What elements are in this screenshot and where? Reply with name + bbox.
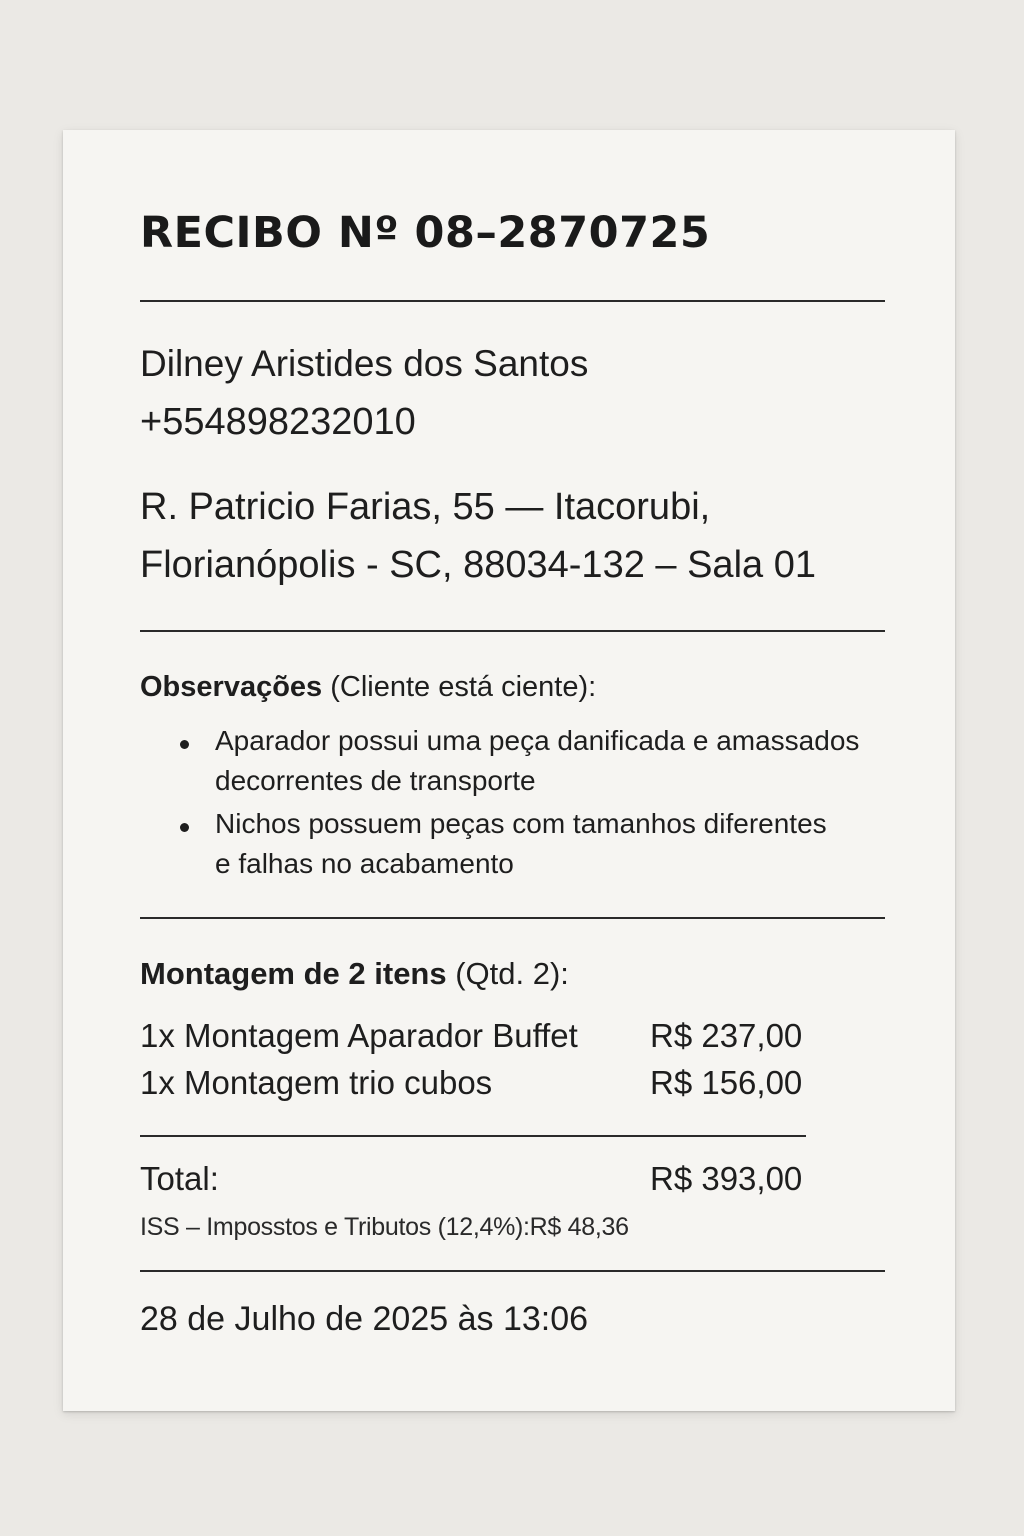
- client-phone: +554898232010: [140, 401, 416, 443]
- divider: [140, 630, 885, 632]
- address-line-1: R. Patricio Farias, 55 — Itacorubi,: [140, 486, 711, 528]
- service-heading-bold: Montagem de 2 itens: [140, 956, 447, 991]
- observation-line: Nichos possuem peças com tamanhos difere…: [215, 808, 827, 839]
- total-label: Total:: [140, 1160, 219, 1197]
- observation-line: e falhas no acabamento: [215, 848, 514, 879]
- receipt-paper: RECIBO Nº 08–2870725 Dilney Aristides do…: [63, 130, 955, 1411]
- line-item-price: R$ 156,00: [650, 1064, 803, 1101]
- line-item-description: 1x Montagem trio cubos: [140, 1064, 493, 1101]
- bullet-icon: [180, 823, 189, 832]
- receipt-title: RECIBO Nº 08–2870725: [140, 208, 711, 258]
- divider: [140, 300, 885, 302]
- observations-heading-rest: (Cliente está ciente):: [322, 671, 597, 703]
- tax-line: ISS – Imposstos e Tributos (12,4%):R$ 48…: [140, 1213, 629, 1241]
- service-heading-rest: (Qtd. 2):: [446, 956, 569, 991]
- divider: [140, 1270, 885, 1272]
- observation-line: Aparador possui uma peça danificada e am…: [215, 725, 860, 756]
- observation-line: decorrentes de transporte: [215, 765, 536, 796]
- service-heading: Montagem de 2 itens (Qtd. 2):: [140, 956, 569, 992]
- observations-heading: Observações (Cliente está ciente):: [140, 671, 596, 704]
- total-value: R$ 393,00: [650, 1160, 803, 1197]
- observations-heading-bold: Observações: [140, 671, 323, 703]
- divider: [140, 917, 885, 919]
- address-line-2: Florianópolis - SC, 88034-132 – Sala 01: [140, 544, 816, 586]
- client-name: Dilney Aristides dos Santos: [140, 343, 589, 384]
- line-item-price: R$ 237,00: [650, 1017, 803, 1054]
- receipt-date: 28 de Julho de 2025 às 13:06: [140, 1300, 589, 1338]
- line-item-description: 1x Montagem Aparador Buffet: [140, 1017, 578, 1054]
- divider: [140, 1135, 806, 1137]
- bullet-icon: [180, 740, 189, 749]
